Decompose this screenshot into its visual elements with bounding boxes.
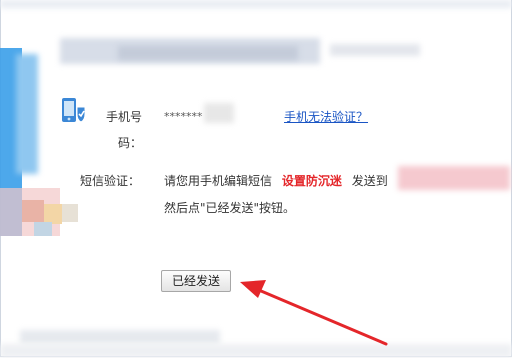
sent-button[interactable]: 已经发送 (161, 270, 231, 292)
sms-msg-part1: 请您用手机编辑短信 (164, 174, 273, 188)
red-pointer-arrow-icon (240, 280, 388, 346)
phone-shield-icon (62, 98, 86, 123)
phone-label-line2: 码： (118, 136, 143, 150)
sms-keyword: 设置防沉迷 (281, 174, 342, 188)
sms-msg-part2: 发送到 (351, 174, 388, 188)
sms-instruction-line1: 请您用手机编辑短信 设置防沉迷 发送到 (164, 172, 388, 189)
sms-number-redaction (398, 166, 510, 190)
phone-value-redaction (204, 103, 234, 123)
sms-label: 短信验证： (80, 174, 141, 188)
phone-help-link[interactable]: 手机无法验证？ (284, 108, 368, 125)
sms-instruction-line2: 然后点"已经发送"按钮。 (164, 201, 296, 215)
phone-value: ******* (164, 110, 203, 123)
phone-label-line1: 手机号 (106, 110, 143, 124)
